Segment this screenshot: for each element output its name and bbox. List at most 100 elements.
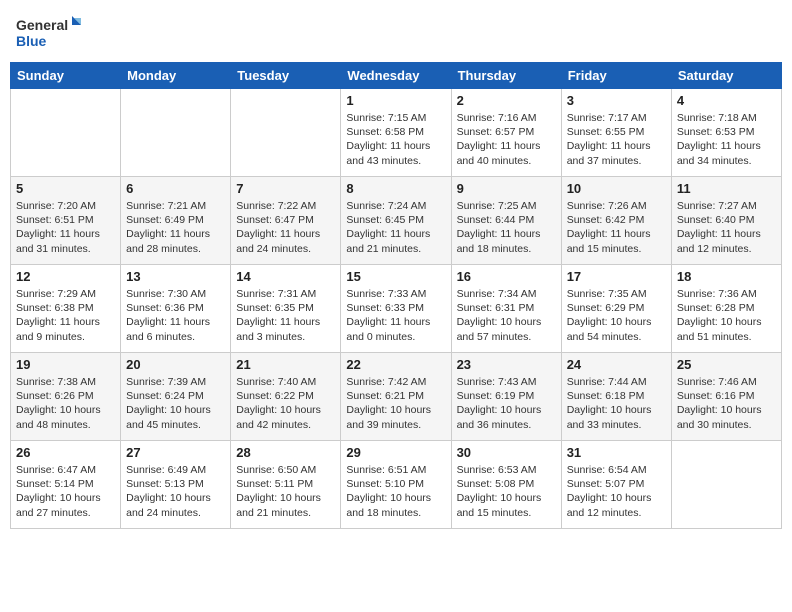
day-number: 31 [567,445,666,460]
calendar-cell: 12 Sunrise: 7:29 AM Sunset: 6:38 PM Dayli… [11,265,121,353]
day-info: Sunrise: 7:46 AM Sunset: 6:16 PM Dayligh… [677,375,776,432]
day-number: 26 [16,445,115,460]
day-info: Sunrise: 6:54 AM Sunset: 5:07 PM Dayligh… [567,463,666,520]
calendar-cell: 19 Sunrise: 7:38 AM Sunset: 6:26 PM Dayli… [11,353,121,441]
weekday-header: Saturday [671,63,781,89]
calendar-cell: 24Sunrise: 7:44 AM Sunset: 6:18 PM Dayli… [561,353,671,441]
day-info: Sunrise: 6:50 AM Sunset: 5:11 PM Dayligh… [236,463,335,520]
day-number: 16 [457,269,556,284]
page-header: General Blue [10,10,782,54]
day-number: 9 [457,181,556,196]
day-info: Sunrise: 7:30 AM Sunset: 6:36 PM Dayligh… [126,287,225,344]
calendar-cell: 31 Sunrise: 6:54 AM Sunset: 5:07 PM Dayli… [561,441,671,529]
day-number: 4 [677,93,776,108]
calendar-cell: 3 Sunrise: 7:17 AM Sunset: 6:55 PM Daylig… [561,89,671,177]
calendar-cell: 10Sunrise: 7:26 AM Sunset: 6:42 PM Dayli… [561,177,671,265]
day-info: Sunrise: 7:16 AM Sunset: 6:57 PM Dayligh… [457,111,556,168]
logo: General Blue [16,14,86,50]
calendar-cell: 26 Sunrise: 6:47 AM Sunset: 5:14 PM Dayli… [11,441,121,529]
day-number: 11 [677,181,776,196]
day-number: 5 [16,181,115,196]
calendar-week-row: 19 Sunrise: 7:38 AM Sunset: 6:26 PM Dayli… [11,353,782,441]
calendar-cell: 25 Sunrise: 7:46 AM Sunset: 6:16 PM Dayli… [671,353,781,441]
calendar-cell: 16Sunrise: 7:34 AM Sunset: 6:31 PM Dayli… [451,265,561,353]
day-number: 12 [16,269,115,284]
weekday-header: Monday [121,63,231,89]
weekday-header: Wednesday [341,63,451,89]
day-info: Sunrise: 7:33 AM Sunset: 6:33 PM Dayligh… [346,287,445,344]
calendar-cell: 4 Sunrise: 7:18 AM Sunset: 6:53 PM Daylig… [671,89,781,177]
weekday-header: Friday [561,63,671,89]
day-number: 14 [236,269,335,284]
day-info: Sunrise: 7:40 AM Sunset: 6:22 PM Dayligh… [236,375,335,432]
calendar-cell: 20 Sunrise: 7:39 AM Sunset: 6:24 PM Dayli… [121,353,231,441]
calendar-cell: 2 Sunrise: 7:16 AM Sunset: 6:57 PM Daylig… [451,89,561,177]
day-info: Sunrise: 7:24 AM Sunset: 6:45 PM Dayligh… [346,199,445,256]
day-number: 19 [16,357,115,372]
svg-text:General: General [16,17,68,33]
day-number: 30 [457,445,556,460]
svg-text:Blue: Blue [16,33,47,49]
calendar-cell [231,89,341,177]
day-info: Sunrise: 6:51 AM Sunset: 5:10 PM Dayligh… [346,463,445,520]
day-number: 15 [346,269,445,284]
calendar-cell: 15 Sunrise: 7:33 AM Sunset: 6:33 PM Dayli… [341,265,451,353]
day-info: Sunrise: 7:29 AM Sunset: 6:38 PM Dayligh… [16,287,115,344]
calendar-week-row: 26 Sunrise: 6:47 AM Sunset: 5:14 PM Dayli… [11,441,782,529]
day-info: Sunrise: 7:38 AM Sunset: 6:26 PM Dayligh… [16,375,115,432]
day-info: Sunrise: 7:27 AM Sunset: 6:40 PM Dayligh… [677,199,776,256]
day-info: Sunrise: 7:31 AM Sunset: 6:35 PM Dayligh… [236,287,335,344]
day-number: 24 [567,357,666,372]
calendar-cell: 11 Sunrise: 7:27 AM Sunset: 6:40 PM Dayli… [671,177,781,265]
day-number: 7 [236,181,335,196]
day-info: Sunrise: 7:15 AM Sunset: 6:58 PM Dayligh… [346,111,445,168]
day-info: Sunrise: 7:26 AM Sunset: 6:42 PM Dayligh… [567,199,666,256]
day-number: 1 [346,93,445,108]
day-number: 28 [236,445,335,460]
day-info: Sunrise: 7:43 AM Sunset: 6:19 PM Dayligh… [457,375,556,432]
day-info: Sunrise: 7:36 AM Sunset: 6:28 PM Dayligh… [677,287,776,344]
day-info: Sunrise: 7:39 AM Sunset: 6:24 PM Dayligh… [126,375,225,432]
day-number: 21 [236,357,335,372]
calendar-cell: 13Sunrise: 7:30 AM Sunset: 6:36 PM Dayli… [121,265,231,353]
day-number: 3 [567,93,666,108]
calendar-cell: 1 Sunrise: 7:15 AM Sunset: 6:58 PM Daylig… [341,89,451,177]
calendar-cell: 21 Sunrise: 7:40 AM Sunset: 6:22 PM Dayli… [231,353,341,441]
day-number: 23 [457,357,556,372]
day-info: Sunrise: 7:25 AM Sunset: 6:44 PM Dayligh… [457,199,556,256]
day-info: Sunrise: 7:21 AM Sunset: 6:49 PM Dayligh… [126,199,225,256]
day-number: 8 [346,181,445,196]
day-info: Sunrise: 6:53 AM Sunset: 5:08 PM Dayligh… [457,463,556,520]
day-info: Sunrise: 7:35 AM Sunset: 6:29 PM Dayligh… [567,287,666,344]
logo-svg: General Blue [16,14,86,50]
day-info: Sunrise: 7:42 AM Sunset: 6:21 PM Dayligh… [346,375,445,432]
calendar-cell: 14 Sunrise: 7:31 AM Sunset: 6:35 PM Dayli… [231,265,341,353]
calendar-cell: 27 Sunrise: 6:49 AM Sunset: 5:13 PM Dayli… [121,441,231,529]
calendar-cell: 22 Sunrise: 7:42 AM Sunset: 6:21 PM Dayli… [341,353,451,441]
calendar-cell: 18 Sunrise: 7:36 AM Sunset: 6:28 PM Dayli… [671,265,781,353]
day-number: 2 [457,93,556,108]
day-number: 18 [677,269,776,284]
calendar-week-row: 12 Sunrise: 7:29 AM Sunset: 6:38 PM Dayli… [11,265,782,353]
calendar-cell [121,89,231,177]
day-number: 25 [677,357,776,372]
calendar-cell: 17 Sunrise: 7:35 AM Sunset: 6:29 PM Dayli… [561,265,671,353]
calendar-table: SundayMondayTuesdayWednesdayThursdayFrid… [10,62,782,529]
day-info: Sunrise: 6:47 AM Sunset: 5:14 PM Dayligh… [16,463,115,520]
calendar-cell: 30 Sunrise: 6:53 AM Sunset: 5:08 PM Dayli… [451,441,561,529]
day-info: Sunrise: 7:20 AM Sunset: 6:51 PM Dayligh… [16,199,115,256]
calendar-cell: 29 Sunrise: 6:51 AM Sunset: 5:10 PM Dayli… [341,441,451,529]
day-number: 29 [346,445,445,460]
day-info: Sunrise: 7:18 AM Sunset: 6:53 PM Dayligh… [677,111,776,168]
day-number: 20 [126,357,225,372]
day-number: 6 [126,181,225,196]
calendar-cell [671,441,781,529]
day-info: Sunrise: 7:17 AM Sunset: 6:55 PM Dayligh… [567,111,666,168]
day-number: 22 [346,357,445,372]
weekday-header-row: SundayMondayTuesdayWednesdayThursdayFrid… [11,63,782,89]
day-number: 17 [567,269,666,284]
weekday-header: Tuesday [231,63,341,89]
day-info: Sunrise: 6:49 AM Sunset: 5:13 PM Dayligh… [126,463,225,520]
day-number: 27 [126,445,225,460]
weekday-header: Thursday [451,63,561,89]
